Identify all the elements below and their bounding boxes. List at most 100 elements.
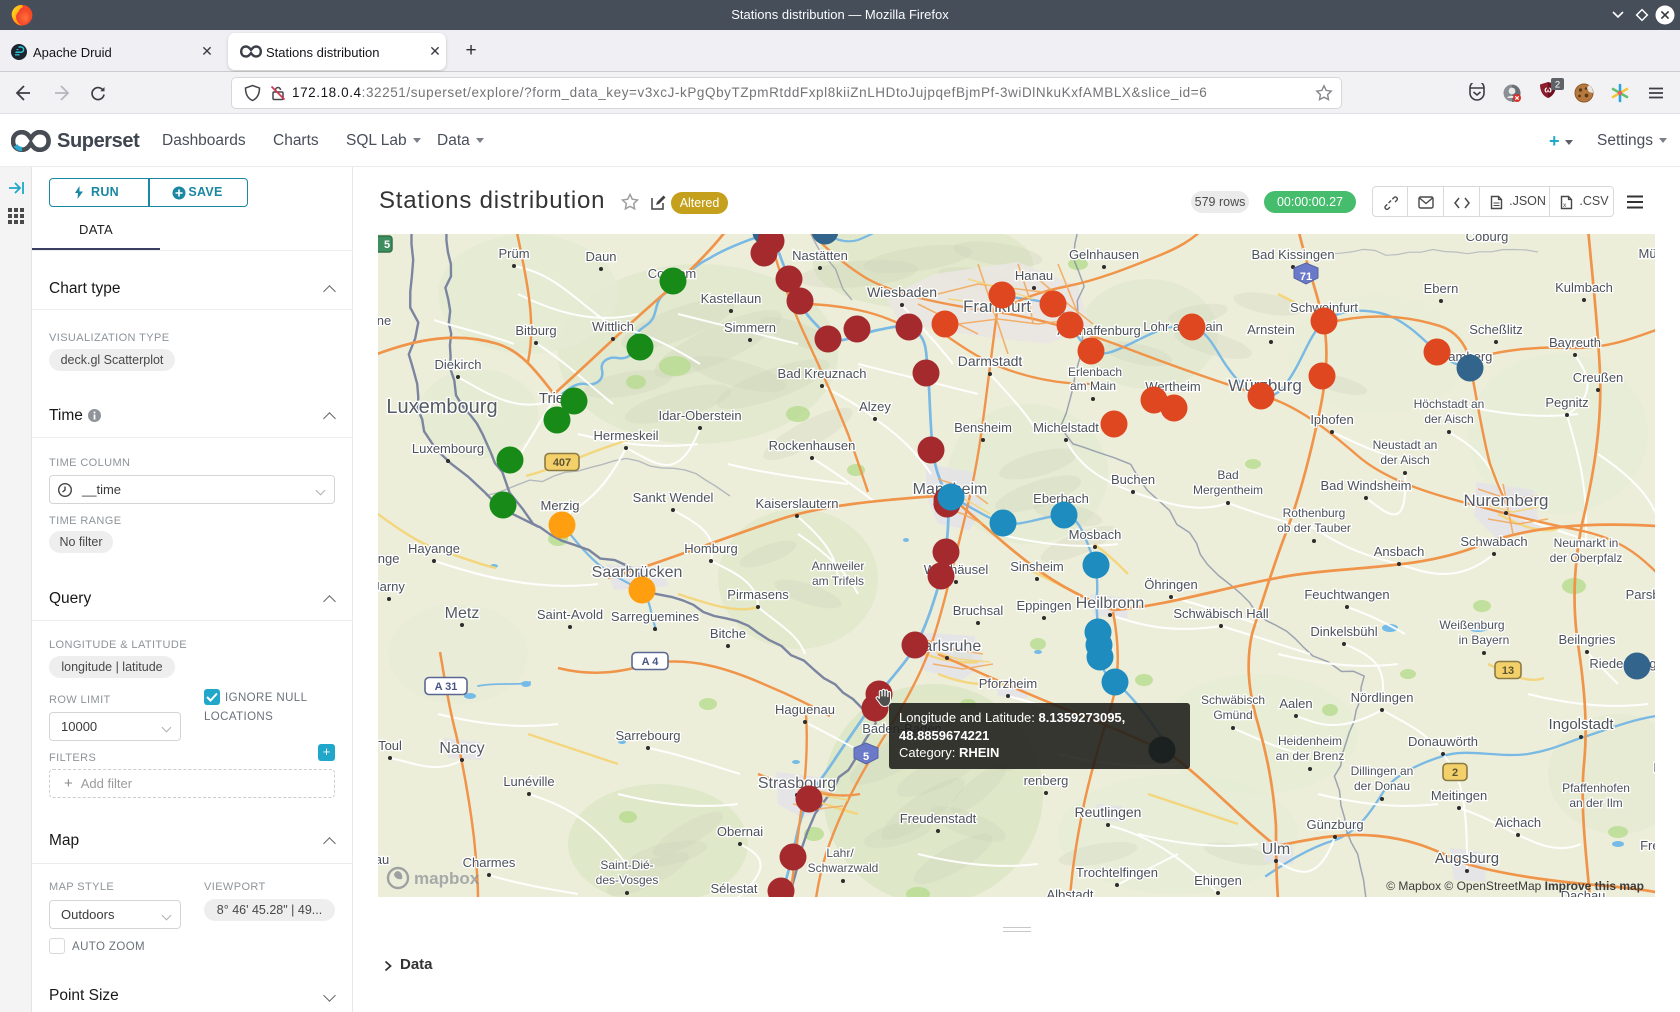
svg-text:Sélestat: Sélestat <box>711 881 758 896</box>
svg-text:Ebern: Ebern <box>1424 281 1459 296</box>
svg-text:Münch: Münch <box>1638 246 1655 261</box>
svg-text:Nancy: Nancy <box>439 740 484 757</box>
svg-text:Rockenhausen: Rockenhausen <box>769 438 856 453</box>
svg-text:Sinsheim: Sinsheim <box>1010 559 1063 574</box>
svg-text:Neumarkt in: Neumarkt in <box>1554 536 1619 550</box>
svg-text:der Aisch: der Aisch <box>1380 453 1429 467</box>
svg-text:Bad: Bad <box>1217 468 1238 482</box>
svg-text:Günzburg: Günzburg <box>1306 817 1363 832</box>
svg-text:Ulm: Ulm <box>1262 841 1290 858</box>
svg-text:Wiesbaden: Wiesbaden <box>867 284 937 300</box>
svg-text:Nördlingen: Nördlingen <box>1351 690 1414 705</box>
svg-text:Darmstadt: Darmstadt <box>958 353 1023 369</box>
svg-text:Mergentheim: Mergentheim <box>1193 483 1263 497</box>
svg-text:Ingolstadt: Ingolstadt <box>1548 716 1614 733</box>
svg-text:Freudenstadt: Freudenstadt <box>900 811 977 826</box>
svg-text:Heilbronn: Heilbronn <box>1076 595 1144 612</box>
svg-text:Aalen: Aalen <box>1279 696 1312 711</box>
svg-text:Coburg: Coburg <box>1466 234 1509 244</box>
svg-text:Luxembourg: Luxembourg <box>386 396 497 418</box>
svg-text:Schwabach: Schwabach <box>1460 534 1527 549</box>
svg-text:Michelstadt: Michelstadt <box>1033 420 1099 435</box>
svg-text:Kastellaun: Kastellaun <box>701 291 762 306</box>
svg-text:au: au <box>378 852 389 867</box>
svg-text:ange: ange <box>378 551 399 566</box>
svg-text:Sarrebourg: Sarrebourg <box>615 728 680 743</box>
svg-text:Idar-Oberstein: Idar-Oberstein <box>658 408 741 423</box>
svg-text:Meitingen: Meitingen <box>1431 788 1487 803</box>
svg-text:Charmes: Charmes <box>463 855 516 870</box>
svg-text:Luxembourg: Luxembourg <box>412 441 484 456</box>
svg-text:an der Brenz: an der Brenz <box>1276 749 1345 763</box>
svg-text:Rothenburg: Rothenburg <box>1283 506 1346 520</box>
svg-text:Beilngries: Beilngries <box>1558 632 1616 647</box>
svg-text:Heidenheim: Heidenheim <box>1278 734 1342 748</box>
svg-text:Neustadt an: Neustadt an <box>1373 438 1438 452</box>
svg-text:Höchstadt an: Höchstadt an <box>1414 397 1485 411</box>
svg-text:Arnstein: Arnstein <box>1247 322 1295 337</box>
svg-text:an der Ilm: an der Ilm <box>1569 796 1622 810</box>
svg-text:Diekirch: Diekirch <box>435 357 482 372</box>
svg-text:Trochtelfingen: Trochtelfingen <box>1076 865 1158 880</box>
svg-text:Wittlich: Wittlich <box>592 319 634 334</box>
svg-text:Sarreguemines: Sarreguemines <box>611 609 700 624</box>
svg-text:Jarny: Jarny <box>378 579 405 594</box>
svg-text:Donauwörth: Donauwörth <box>1408 734 1478 749</box>
svg-text:Pforzheim: Pforzheim <box>979 676 1038 691</box>
svg-text:71: 71 <box>1300 271 1312 283</box>
svg-text:Feuchtwangen: Feuchtwangen <box>1304 587 1389 602</box>
svg-text:Homburg: Homburg <box>684 541 737 556</box>
svg-text:mapbox: mapbox <box>414 869 480 888</box>
svg-text:Bad Kreuznach: Bad Kreuznach <box>778 366 867 381</box>
svg-text:der Aisch: der Aisch <box>1424 412 1473 426</box>
svg-text:Mair: Mair <box>1653 760 1655 775</box>
svg-text:Alzey: Alzey <box>859 399 891 414</box>
svg-text:Schwäbisch: Schwäbisch <box>1201 693 1265 707</box>
svg-text:Sankt Wendel: Sankt Wendel <box>633 490 714 505</box>
svg-text:407: 407 <box>553 457 571 469</box>
svg-text:Bad Kissingen: Bad Kissingen <box>1251 247 1334 262</box>
svg-text:Strasbourg: Strasbourg <box>758 775 836 792</box>
svg-text:Metz: Metz <box>445 605 480 622</box>
svg-text:Dillingen an: Dillingen an <box>1351 764 1414 778</box>
svg-text:Hermeskeil: Hermeskeil <box>593 428 658 443</box>
svg-text:Reutlingen: Reutlingen <box>1075 804 1142 820</box>
svg-text:Annweiler: Annweiler <box>812 559 865 573</box>
svg-text:Bayreuth: Bayreuth <box>1549 335 1601 350</box>
svg-text:Scheßlitz: Scheßlitz <box>1469 322 1522 337</box>
svg-text:Gmünd: Gmünd <box>1213 708 1252 722</box>
svg-text:Dinkelsbühl: Dinkelsbühl <box>1310 624 1377 639</box>
svg-text:Lahr/: Lahr/ <box>826 846 854 860</box>
svg-text:der Oberpfalz: der Oberpfalz <box>1550 551 1623 565</box>
svg-text:Toul: Toul <box>378 738 402 753</box>
svg-text:Freisi: Freisi <box>1640 838 1655 853</box>
svg-text:5: 5 <box>863 751 869 763</box>
svg-text:A 4: A 4 <box>642 656 660 668</box>
svg-text:der Donau: der Donau <box>1354 779 1410 793</box>
svg-text:Augsburg: Augsburg <box>1435 850 1499 867</box>
svg-text:Ehingen: Ehingen <box>1194 873 1242 888</box>
svg-text:ne: ne <box>378 313 391 328</box>
svg-text:ω: ω <box>1544 85 1552 95</box>
svg-text:Bitche: Bitche <box>710 626 746 641</box>
svg-text:Hanau: Hanau <box>1015 268 1053 283</box>
svg-text:Eppingen: Eppingen <box>1017 598 1072 613</box>
svg-text:Creußen: Creußen <box>1573 370 1624 385</box>
svg-text:Daun: Daun <box>585 249 616 264</box>
svg-text:2: 2 <box>1452 767 1458 779</box>
svg-text:renberg: renberg <box>1024 773 1069 788</box>
svg-text:Simmern: Simmern <box>724 320 776 335</box>
svg-text:Pirmasens: Pirmasens <box>727 587 789 602</box>
svg-text:Gelnhausen: Gelnhausen <box>1069 247 1139 262</box>
svg-text:Saint-Dié-: Saint-Dié- <box>600 858 653 872</box>
svg-text:Parsberg: Parsberg <box>1626 587 1655 602</box>
svg-text:Haguenau: Haguenau <box>775 702 835 717</box>
svg-text:des-Vosges: des-Vosges <box>596 873 659 887</box>
svg-text:am Trifels: am Trifels <box>812 574 864 588</box>
svg-text:Buchen: Buchen <box>1111 472 1155 487</box>
svg-text:Weißenburg: Weißenburg <box>1439 618 1504 632</box>
svg-text:Mosbach: Mosbach <box>1069 527 1122 542</box>
svg-text:Merzig: Merzig <box>540 498 579 513</box>
svg-text:Prüm: Prüm <box>498 246 529 261</box>
svg-text:Iphofen: Iphofen <box>1310 412 1353 427</box>
